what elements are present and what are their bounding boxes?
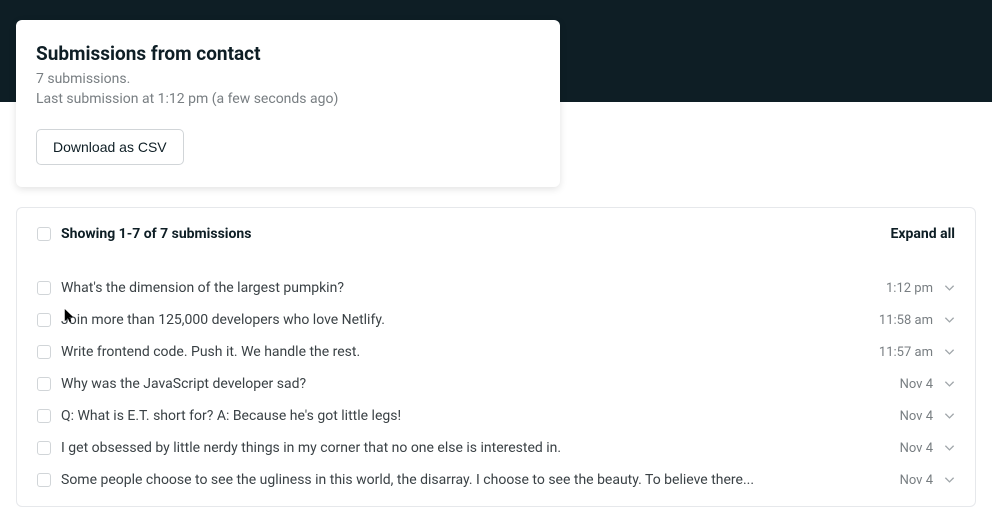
submission-time: 11:57 am <box>879 345 933 360</box>
submission-row[interactable]: Write frontend code. Push it. We handle … <box>37 336 955 368</box>
panel-header: Showing 1-7 of 7 submissions Expand all <box>37 226 955 242</box>
submission-checkbox[interactable] <box>37 473 51 487</box>
submission-time: Nov 4 <box>900 473 933 488</box>
chevron-down-icon[interactable] <box>943 410 955 422</box>
submission-row[interactable]: Some people choose to see the ugliness i… <box>37 464 955 496</box>
submission-count: 7 submissions. <box>36 71 540 87</box>
submission-text: Why was the JavaScript developer sad? <box>61 376 900 392</box>
submission-row[interactable]: Why was the JavaScript developer sad?Nov… <box>37 368 955 400</box>
submission-text: I get obsessed by little nerdy things in… <box>61 440 900 456</box>
submission-checkbox[interactable] <box>37 345 51 359</box>
submission-row[interactable]: I get obsessed by little nerdy things in… <box>37 432 955 464</box>
submission-time: Nov 4 <box>900 377 933 392</box>
submission-row[interactable]: Join more than 125,000 developers who lo… <box>37 304 955 336</box>
submission-checkbox[interactable] <box>37 377 51 391</box>
select-all-checkbox[interactable] <box>37 227 51 241</box>
submission-text: Join more than 125,000 developers who lo… <box>61 312 879 328</box>
page-title: Submissions from contact <box>36 42 540 65</box>
submission-row[interactable]: What's the dimension of the largest pump… <box>37 272 955 304</box>
submissions-panel: Showing 1-7 of 7 submissions Expand all … <box>16 207 976 507</box>
chevron-down-icon[interactable] <box>943 442 955 454</box>
expand-all-button[interactable]: Expand all <box>891 226 955 242</box>
last-submission-time: Last submission at 1:12 pm (a few second… <box>36 91 540 107</box>
submission-time: 1:12 pm <box>886 281 933 296</box>
submission-text: What's the dimension of the largest pump… <box>61 280 886 296</box>
submission-checkbox[interactable] <box>37 313 51 327</box>
chevron-down-icon[interactable] <box>943 378 955 390</box>
chevron-down-icon[interactable] <box>943 474 955 486</box>
submission-text: Some people choose to see the ugliness i… <box>61 472 900 488</box>
download-csv-button[interactable]: Download as CSV <box>36 129 184 165</box>
chevron-down-icon[interactable] <box>943 282 955 294</box>
submission-checkbox[interactable] <box>37 441 51 455</box>
submission-checkbox[interactable] <box>37 409 51 423</box>
showing-count: Showing 1-7 of 7 submissions <box>61 226 891 242</box>
submission-text: Q: What is E.T. short for? A: Because he… <box>61 408 900 424</box>
chevron-down-icon[interactable] <box>943 346 955 358</box>
submission-row[interactable]: Q: What is E.T. short for? A: Because he… <box>37 400 955 432</box>
header-card: Submissions from contact 7 submissions. … <box>16 20 560 187</box>
submission-time: Nov 4 <box>900 409 933 424</box>
submission-time: Nov 4 <box>900 441 933 456</box>
submission-checkbox[interactable] <box>37 281 51 295</box>
submission-text: Write frontend code. Push it. We handle … <box>61 344 879 360</box>
submission-time: 11:58 am <box>879 313 933 328</box>
chevron-down-icon[interactable] <box>943 314 955 326</box>
submissions-list: What's the dimension of the largest pump… <box>37 272 955 496</box>
